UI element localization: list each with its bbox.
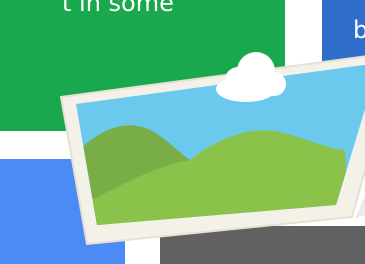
image-placeholder-icon (59, 52, 365, 246)
stage: t in some b (0, 0, 365, 264)
cloud-icon (216, 52, 286, 102)
